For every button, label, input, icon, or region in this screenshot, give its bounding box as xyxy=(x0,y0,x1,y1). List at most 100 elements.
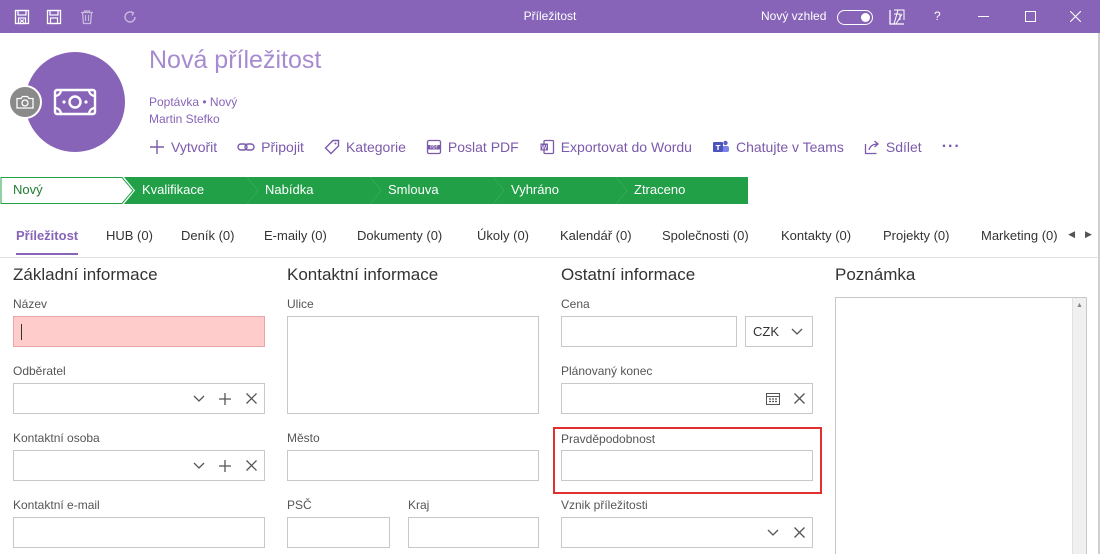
scroll-up-icon[interactable]: ▲ xyxy=(1076,302,1083,309)
record-header: Nová příležitost Poptávka • Nový Martin … xyxy=(0,33,1100,177)
record-subtitle: Poptávka • Nový xyxy=(149,95,238,109)
pdf-icon: PDF xyxy=(426,139,442,155)
probability-input[interactable] xyxy=(561,450,813,481)
scroll-left-icon[interactable]: ◀ xyxy=(1068,229,1075,240)
zip-input[interactable] xyxy=(287,517,390,548)
tab-kontakty[interactable]: Kontakty (0) xyxy=(781,210,851,257)
save-icon[interactable] xyxy=(45,8,63,26)
tab-marketing[interactable]: Marketing (0) xyxy=(981,210,1058,257)
planned-end-label: Plánovaný konec xyxy=(561,364,653,378)
add-contact-icon[interactable] xyxy=(212,451,238,480)
layout-icon[interactable] xyxy=(888,8,906,26)
section-contact-title: Kontaktní informace xyxy=(287,265,439,284)
tab-emaily[interactable]: E-maily (0) xyxy=(264,210,327,257)
share-button[interactable]: Sdílet xyxy=(864,139,922,155)
scroll-right-icon[interactable]: ▶ xyxy=(1085,229,1092,240)
contact-email-label: Kontaktní e-mail xyxy=(13,498,100,512)
contact-person-select[interactable] xyxy=(13,450,265,481)
teams-icon: T xyxy=(712,140,729,152)
export-word-button[interactable]: W Exportovat do Wordu xyxy=(539,139,692,155)
planned-end-input[interactable] xyxy=(561,383,813,414)
category-button[interactable]: Kategorie xyxy=(324,139,406,155)
new-look-label: Nový vzhled xyxy=(761,9,827,23)
chevron-down-icon[interactable] xyxy=(186,451,212,480)
tab-prilezitost[interactable]: Příležitost xyxy=(16,210,79,257)
category-label: Kategorie xyxy=(345,139,406,155)
svg-text:W: W xyxy=(541,144,547,151)
stage-label-smlouva[interactable]: Smlouva xyxy=(388,177,439,203)
tag-icon xyxy=(324,139,340,155)
minimize-button[interactable] xyxy=(960,0,1006,33)
probability-label: Pravděpodobnost xyxy=(561,432,656,446)
form-area: Základní informace Název Odběratel Konta… xyxy=(0,258,1100,554)
send-pdf-button[interactable]: PDF Poslat PDF xyxy=(426,139,519,155)
title-bar: Příležitost Nový vzhled ? xyxy=(0,0,1100,33)
more-icon: ··· xyxy=(941,138,961,155)
region-input[interactable] xyxy=(408,517,539,548)
attach-label: Připojit xyxy=(261,139,304,155)
origin-select[interactable] xyxy=(561,517,813,548)
new-look-toggle[interactable] xyxy=(837,10,873,25)
stage-label-nabídka[interactable]: Nabídka xyxy=(265,177,313,203)
maximize-button[interactable] xyxy=(1007,0,1053,33)
section-notes-title: Poznámka xyxy=(835,265,916,284)
teams-chat-button[interactable]: T Chatujte v Teams xyxy=(712,139,844,155)
price-input[interactable] xyxy=(561,316,737,347)
stage-label-ztraceno[interactable]: Ztraceno xyxy=(634,177,685,203)
currency-select[interactable]: CZK xyxy=(745,316,813,347)
customer-select[interactable] xyxy=(13,383,265,414)
chevron-down-icon[interactable] xyxy=(760,518,786,547)
name-input[interactable] xyxy=(13,316,265,347)
origin-label: Vznik příležitosti xyxy=(561,498,648,512)
help-button[interactable]: ? xyxy=(934,0,941,33)
city-label: Město xyxy=(287,431,320,445)
send-pdf-label: Poslat PDF xyxy=(447,139,519,155)
record-owner[interactable]: Martin Stefko xyxy=(149,112,220,126)
close-button[interactable] xyxy=(1052,0,1098,33)
tab-hub[interactable]: HUB (0) xyxy=(106,210,153,257)
attach-button[interactable]: Připojit xyxy=(237,139,304,155)
street-label: Ulice xyxy=(287,297,314,311)
money-icon xyxy=(53,88,97,116)
clear-date-icon[interactable] xyxy=(786,384,812,413)
notes-scrollbar[interactable]: ▲ xyxy=(1072,298,1086,554)
price-label: Cena xyxy=(561,297,590,311)
notes-textarea[interactable]: ▲ xyxy=(835,297,1087,554)
section-basic-title: Základní informace xyxy=(13,265,158,284)
stage-label-kvalifikace[interactable]: Kvalifikace xyxy=(142,177,204,203)
tab-kalendar[interactable]: Kalendář (0) xyxy=(560,210,632,257)
tab-scroll: ◀ ▶ xyxy=(1060,210,1100,257)
change-photo-button[interactable] xyxy=(8,85,42,119)
tab-dokumenty[interactable]: Dokumenty (0) xyxy=(357,210,442,257)
stage-label-nový[interactable]: Nový xyxy=(13,177,43,203)
tab-projekty[interactable]: Projekty (0) xyxy=(883,210,949,257)
clear-origin-icon[interactable] xyxy=(786,518,812,547)
toggle-knob xyxy=(861,12,870,22)
tab-denik[interactable]: Deník (0) xyxy=(181,210,234,257)
clear-customer-icon[interactable] xyxy=(238,384,264,413)
city-input[interactable] xyxy=(287,450,539,481)
region-label: Kraj xyxy=(408,498,430,512)
create-button[interactable]: Vytvořit xyxy=(149,139,217,155)
add-customer-icon[interactable] xyxy=(212,384,238,413)
tab-spolecnosti[interactable]: Společnosti (0) xyxy=(662,210,749,257)
refresh-icon[interactable] xyxy=(121,8,139,26)
link-icon xyxy=(237,143,255,151)
street-textarea[interactable] xyxy=(287,316,539,414)
calendar-icon[interactable] xyxy=(760,384,786,413)
tab-ukoly[interactable]: Úkoly (0) xyxy=(477,210,529,257)
contact-email-input[interactable] xyxy=(13,517,265,548)
zip-label: PSČ xyxy=(287,498,312,512)
save-close-icon[interactable] xyxy=(13,8,31,26)
tab-bar: Příležitost HUB (0) Deník (0) E-maily (0… xyxy=(0,210,1100,258)
share-label: Sdílet xyxy=(885,139,922,155)
clear-contact-icon[interactable] xyxy=(238,451,264,480)
text-caret xyxy=(21,324,22,340)
stage-label-vyhráno[interactable]: Vyhráno xyxy=(511,177,559,203)
export-word-label: Exportovat do Wordu xyxy=(560,139,692,155)
more-button[interactable]: ··· xyxy=(942,138,961,156)
camera-icon xyxy=(16,95,34,109)
chevron-down-icon[interactable] xyxy=(186,384,212,413)
delete-icon[interactable] xyxy=(78,8,96,26)
chevron-down-icon[interactable] xyxy=(784,317,810,346)
